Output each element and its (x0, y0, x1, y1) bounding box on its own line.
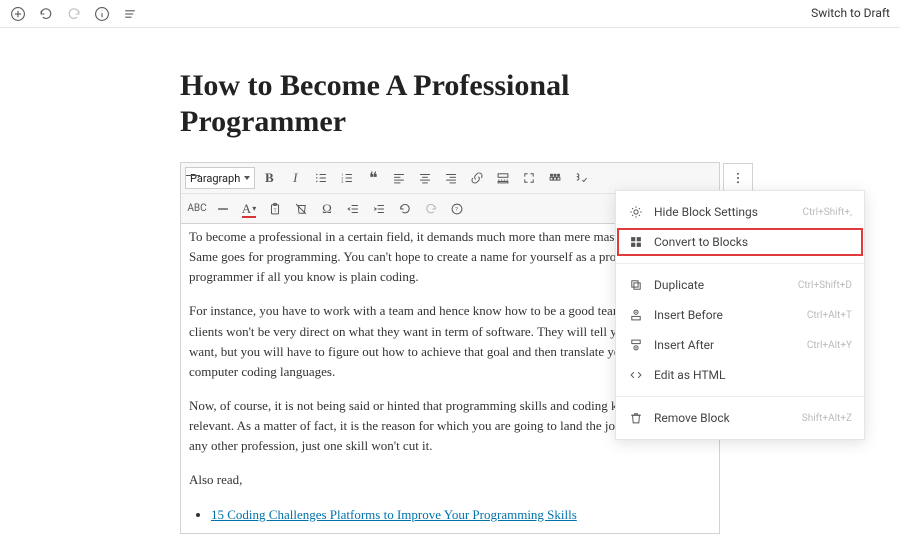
editor-topbar: Switch to Draft (0, 0, 900, 28)
menu-insert-before[interactable]: Insert Before Ctrl+Alt+T (616, 300, 864, 330)
topbar-right: Switch to Draft (811, 6, 890, 21)
menu-remove-block[interactable]: Remove Block Shift+Alt+Z (616, 403, 864, 433)
topbar-left-tools (10, 6, 138, 22)
format-select-value: Paragraph (190, 172, 240, 185)
indent-button[interactable] (367, 197, 391, 221)
align-left-button[interactable] (387, 166, 411, 190)
text-color-button[interactable]: A▾ (237, 197, 261, 221)
blocks-icon (628, 234, 644, 250)
align-center-button[interactable] (413, 166, 437, 190)
menu-label: Duplicate (654, 278, 788, 292)
menu-shortcut: Ctrl+Alt+Y (807, 340, 852, 351)
menu-duplicate[interactable]: Duplicate Ctrl+Shift+D (616, 270, 864, 300)
menu-label: Remove Block (654, 411, 792, 425)
menu-separator (616, 263, 864, 264)
undo-icon[interactable] (38, 6, 54, 22)
svg-text:3: 3 (342, 180, 344, 184)
toolbar-row-1: Paragraph B I 123 ❝ (181, 163, 719, 193)
menu-label: Insert Before (654, 308, 797, 322)
menu-convert-to-blocks[interactable]: Convert to Blocks (616, 227, 864, 257)
insert-more-button[interactable] (491, 166, 515, 190)
paste-text-button[interactable]: T (263, 197, 287, 221)
clear-formatting-button[interactable] (289, 197, 313, 221)
menu-edit-as-html[interactable]: Edit as HTML (616, 360, 864, 390)
switch-to-draft-link[interactable]: Switch to Draft (811, 6, 890, 20)
proofread-button[interactable] (569, 166, 593, 190)
fullscreen-button[interactable] (517, 166, 541, 190)
bullet-list-button[interactable] (309, 166, 333, 190)
list-item: 15 Coding Challenges Platforms to Improv… (211, 505, 711, 525)
paragraph[interactable]: Also read, (189, 470, 711, 490)
special-character-button[interactable]: Ω (315, 197, 339, 221)
menu-label: Convert to Blocks (654, 235, 852, 249)
numbered-list-button[interactable]: 123 (335, 166, 359, 190)
bold-button[interactable]: B (257, 166, 281, 190)
block-more-button[interactable] (723, 163, 753, 193)
redo-toolbar-button[interactable] (419, 197, 443, 221)
format-select[interactable]: Paragraph (185, 167, 255, 189)
blockquote-button[interactable]: ❝ (361, 166, 385, 190)
menu-label: Hide Block Settings (654, 205, 792, 219)
html-icon (628, 367, 644, 383)
outdent-button[interactable] (341, 197, 365, 221)
align-right-button[interactable] (439, 166, 463, 190)
strikethrough-button[interactable]: ABC (185, 197, 209, 221)
block-options-menu: Hide Block Settings Ctrl+Shift+, Convert… (615, 190, 865, 440)
add-block-icon[interactable] (10, 6, 26, 22)
keyboard-shortcuts-button[interactable]: ? (445, 197, 469, 221)
gear-icon (628, 204, 644, 220)
menu-shortcut: Ctrl+Shift+, (802, 207, 852, 218)
related-link[interactable]: 15 Coding Challenges Platforms to Improv… (211, 507, 577, 522)
redo-icon[interactable] (66, 6, 82, 22)
duplicate-icon (628, 277, 644, 293)
menu-shortcut: Shift+Alt+Z (802, 413, 852, 424)
italic-button[interactable]: I (283, 166, 307, 190)
insert-after-icon (628, 337, 644, 353)
horizontal-rule-button[interactable] (211, 197, 235, 221)
menu-insert-after[interactable]: Insert After Ctrl+Alt+Y (616, 330, 864, 360)
menu-shortcut: Ctrl+Alt+T (807, 310, 852, 321)
menu-label: Edit as HTML (654, 368, 852, 382)
insert-before-icon (628, 307, 644, 323)
menu-label: Insert After (654, 338, 797, 352)
svg-text:?: ? (455, 207, 458, 213)
toolbar-toggle-button[interactable] (543, 166, 567, 190)
svg-text:T: T (274, 207, 277, 213)
info-icon[interactable] (94, 6, 110, 22)
menu-hide-block-settings[interactable]: Hide Block Settings Ctrl+Shift+, (616, 197, 864, 227)
link-button[interactable] (465, 166, 489, 190)
post-title[interactable]: How to Become A Professional Programmer (180, 68, 720, 140)
link-list: 15 Coding Challenges Platforms to Improv… (189, 505, 711, 525)
trash-icon (628, 410, 644, 426)
outline-icon[interactable] (122, 6, 138, 22)
menu-separator (616, 396, 864, 397)
menu-shortcut: Ctrl+Shift+D (798, 280, 852, 291)
undo-toolbar-button[interactable] (393, 197, 417, 221)
